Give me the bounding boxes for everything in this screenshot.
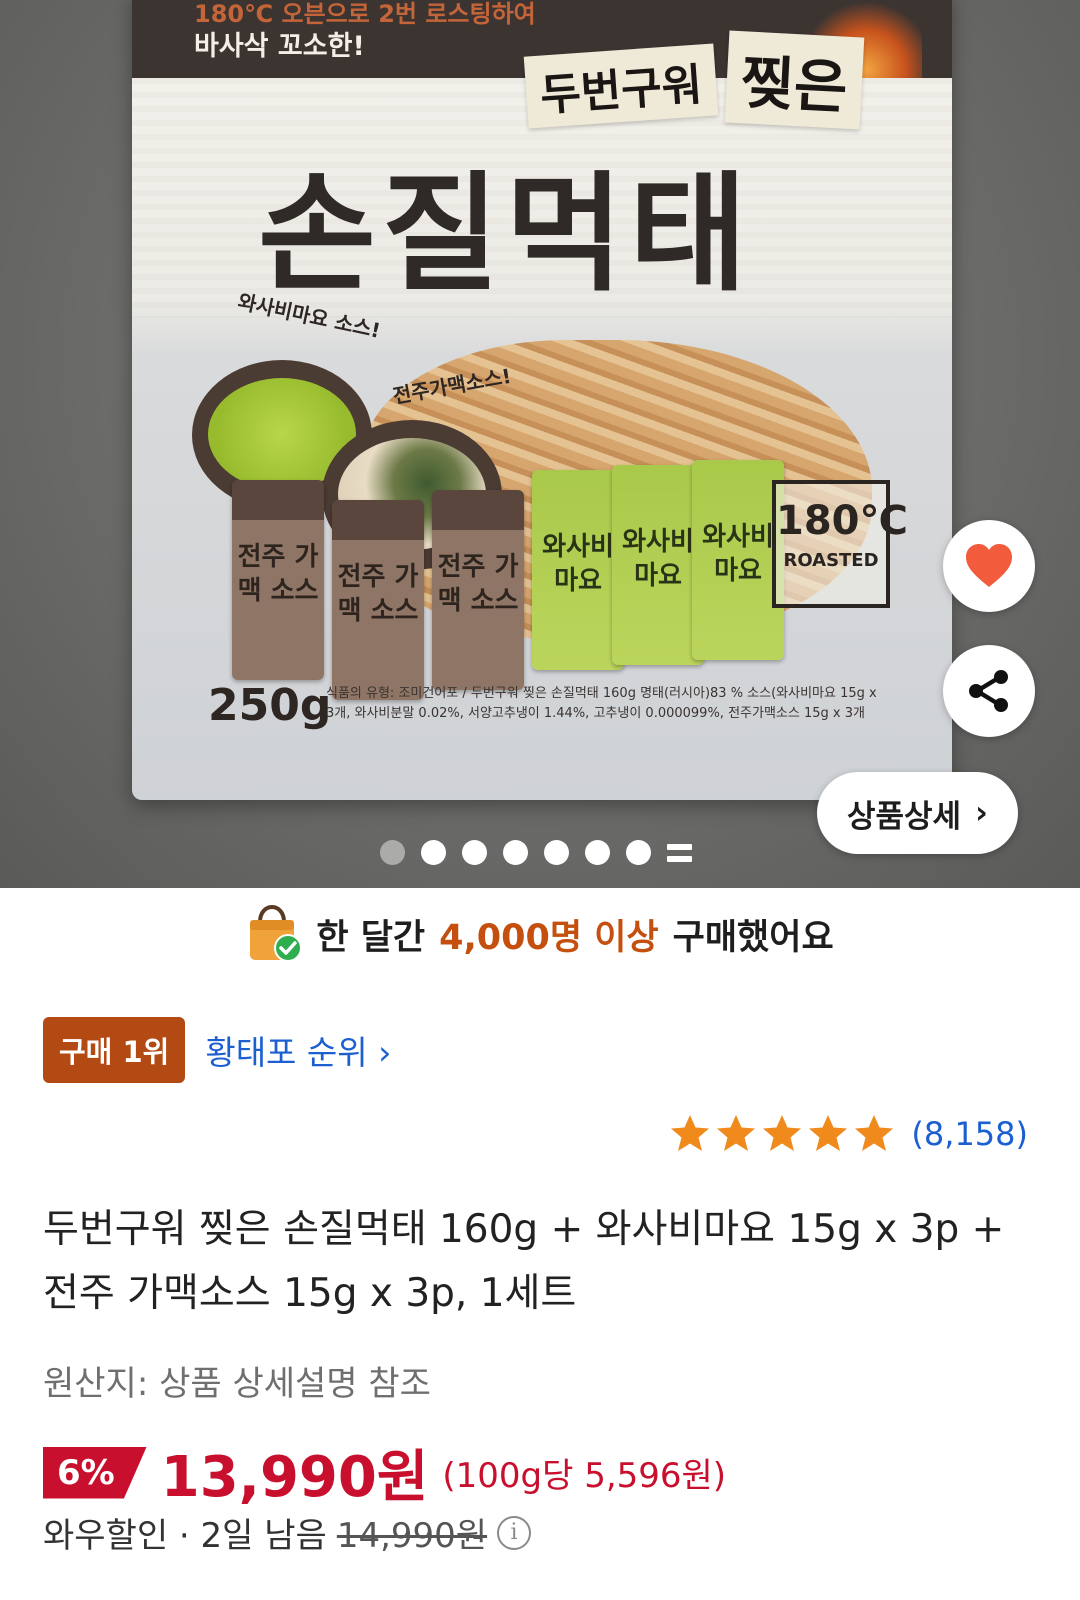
carousel-dot[interactable] (462, 840, 487, 865)
sauce-packet-brown: 전주 가맥 소스 (232, 480, 324, 680)
carousel-dot[interactable] (380, 840, 405, 865)
info-icon[interactable]: i (497, 1515, 532, 1550)
package-tag-twice-roasted: 두번구워 (523, 43, 719, 129)
rating-summary[interactable]: (8,158) (669, 1113, 1028, 1155)
sauce-packet-green: 와사비 마요 (532, 470, 624, 670)
carousel-dot[interactable] (626, 840, 651, 865)
share-button[interactable] (943, 645, 1035, 737)
product-image-carousel[interactable]: 180℃ 오븐으로 2번 로스팅하여 바사삭 꼬소한! 두번구워 찢은 손질먹태… (0, 0, 1080, 888)
wow-discount-row: 와우할인 · 2일 남음 14,990원 i (43, 1508, 532, 1557)
carousel-dot[interactable] (421, 840, 446, 865)
purchase-suffix: 구매했어요 (672, 917, 834, 958)
carousel-indicator (380, 840, 692, 865)
category-rank-label: 황태포 순위 (205, 1033, 368, 1072)
chevron-right-icon: › (975, 795, 988, 831)
stamp-text: ROASTED (783, 550, 879, 571)
chevron-right-icon: › (378, 1033, 392, 1072)
carousel-more-icon[interactable] (667, 843, 692, 862)
price-row: 6% 13,990원 (100g당 5,596원) (43, 1432, 726, 1513)
package-ingredients: 식품의 유형: 조미건어포 / 두번구워 찢은 손질먹태 160g 명태(러시아… (326, 686, 877, 721)
monthly-purchase-banner: 한 달간 4,000명 이상 구매했어요 (0, 902, 1080, 966)
sauce-packet-brown: 전주 가맥 소스 (432, 490, 524, 690)
wishlist-button[interactable] (943, 520, 1035, 612)
sauce-packet-green: 와사비 마요 (612, 465, 704, 665)
stamp-temperature: 180℃ (776, 498, 908, 544)
product-title: 두번구워 찢은 손질먹태 160g + 와사비마요 15g x 3p + 전주 … (43, 1207, 1005, 1316)
package-weight: 250g (208, 680, 332, 731)
carousel-dot[interactable] (585, 840, 610, 865)
unit-price: (100g당 5,596원) (442, 1456, 727, 1496)
sale-price: 13,990원 (160, 1445, 429, 1510)
product-package-image: 180℃ 오븐으로 2번 로스팅하여 바사삭 꼬소한! 두번구워 찢은 손질먹태… (132, 0, 952, 800)
package-tag-shredded: 찢은 (724, 30, 865, 130)
sauce-packet-green: 와사비 마요 (692, 460, 784, 660)
heart-icon (966, 544, 1012, 587)
review-count[interactable]: (8,158) (911, 1115, 1028, 1153)
wow-discount-label: 와우할인 · 2일 남음 (43, 1516, 327, 1556)
roasted-stamp: 180℃ ROASTED (772, 480, 908, 608)
product-detail-label: 상품상세 (847, 798, 962, 835)
discount-badge: 6% (43, 1446, 147, 1499)
rank-row: 구매 1위 황태포 순위 › (43, 1017, 391, 1083)
share-icon (969, 670, 1008, 712)
purchase-prefix: 한 달간 (316, 917, 426, 958)
rank-badge: 구매 1위 (43, 1017, 186, 1083)
star-rating-icon (671, 1115, 894, 1151)
sauce-packet-brown: 전주 가맥 소스 (332, 500, 424, 700)
carousel-dot[interactable] (544, 840, 569, 865)
product-origin: 원산지: 상품 상세설명 참조 (43, 1364, 431, 1404)
product-detail-button[interactable]: 상품상세 › (817, 772, 1018, 854)
carousel-dot[interactable] (503, 840, 528, 865)
shopping-bag-check-icon (250, 904, 303, 962)
original-price: 14,990원 (336, 1516, 488, 1556)
package-product-name: 손질먹태 (258, 160, 754, 309)
package-banner-line2: 바사삭 꼬소한! (194, 31, 365, 62)
category-rank-link[interactable]: 황태포 순위 › (205, 1026, 391, 1074)
purchase-count: 4,000명 이상 (439, 917, 659, 958)
